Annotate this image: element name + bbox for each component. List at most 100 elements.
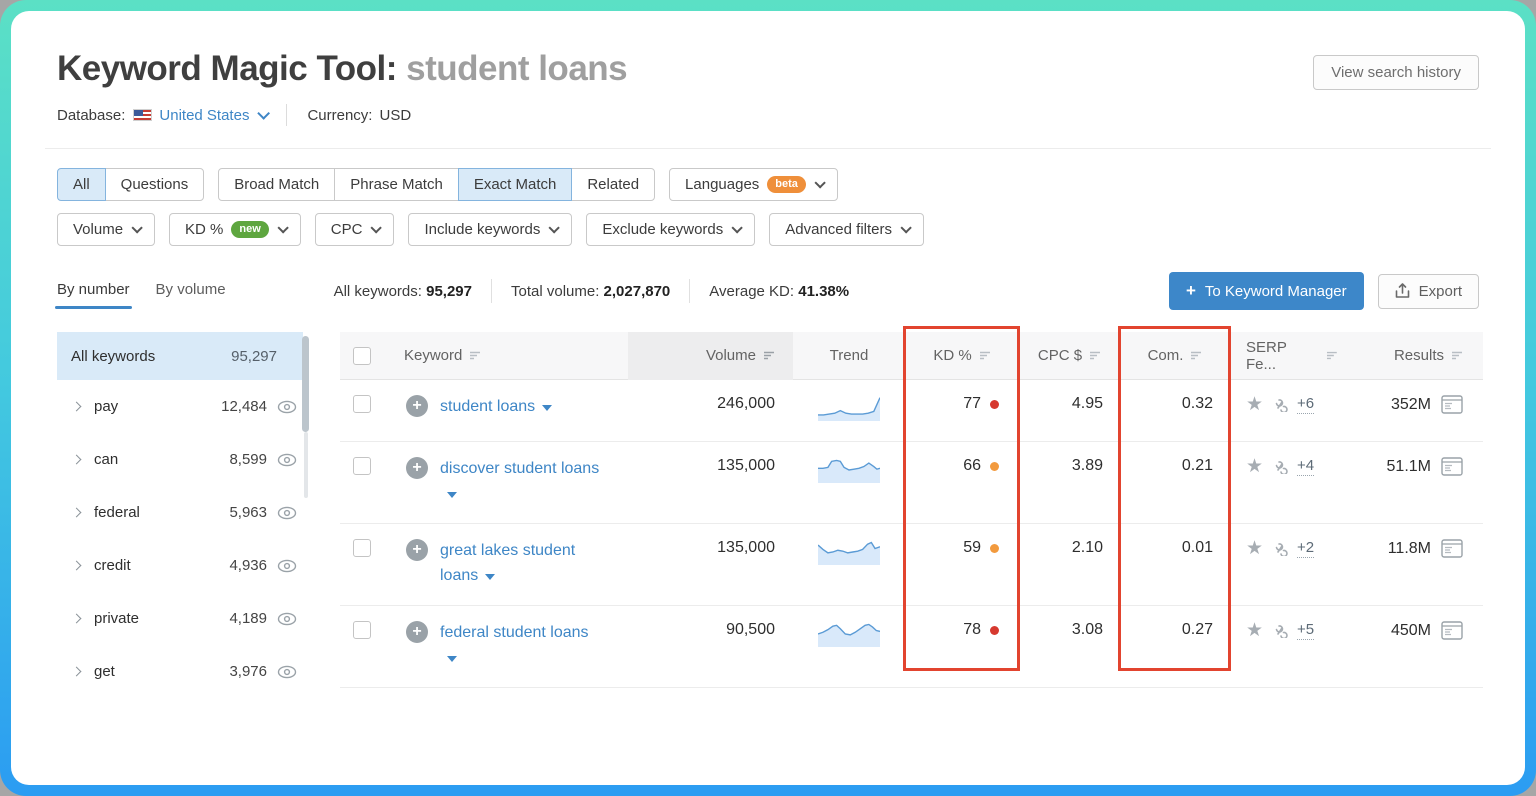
table-header-row: Keyword Volume Trend KD % CPC $ Com. SER… <box>340 332 1483 380</box>
sidebar-item-credit[interactable]: credit 4,936 <box>57 539 303 592</box>
kd-difficulty-dot <box>990 544 999 553</box>
eye-icon[interactable] <box>277 453 297 467</box>
serp-features-more-link[interactable]: +2 <box>1297 539 1314 558</box>
serp-preview-icon[interactable] <box>1441 457 1463 476</box>
chevron-right-icon <box>72 561 82 571</box>
volume-filter-label: Volume <box>73 221 123 238</box>
column-header-keyword[interactable]: Keyword <box>404 347 481 364</box>
database-select[interactable]: United States <box>159 107 266 124</box>
eye-icon[interactable] <box>277 665 297 679</box>
tab-exact-match[interactable]: Exact Match <box>458 168 573 201</box>
serp-features-more-link[interactable]: +4 <box>1297 457 1314 476</box>
column-header-kd[interactable]: KD % <box>933 347 990 364</box>
kd-value: 59 <box>963 539 981 557</box>
tab-by-volume[interactable]: By volume <box>156 281 226 309</box>
column-label: KD % <box>933 347 971 364</box>
sidebar-item-label: federal <box>94 504 229 521</box>
eye-icon[interactable] <box>277 400 297 414</box>
row-checkbox[interactable] <box>353 539 371 557</box>
add-keyword-button[interactable]: + <box>406 395 428 417</box>
volume-value: 246,000 <box>717 395 775 413</box>
results-value: 352M <box>1391 396 1431 414</box>
view-search-history-button[interactable]: View search history <box>1313 55 1479 90</box>
stat-total-volume: Total volume: 2,027,870 <box>511 283 670 300</box>
serp-features-more-link[interactable]: +5 <box>1297 621 1314 640</box>
export-icon <box>1395 283 1410 299</box>
sidebar-item-label: private <box>94 610 229 627</box>
sort-icon <box>763 351 775 360</box>
sidebar-item-get[interactable]: get 3,976 <box>57 645 303 698</box>
tab-phrase-match[interactable]: Phrase Match <box>334 168 459 201</box>
sidebar-item-all-keywords[interactable]: All keywords 95,297 <box>57 332 303 380</box>
languages-dropdown[interactable]: Languages beta <box>669 168 838 201</box>
tab-related[interactable]: Related <box>571 168 655 201</box>
kd-filter-dropdown[interactable]: KD % new <box>169 213 301 246</box>
row-checkbox[interactable] <box>353 395 371 413</box>
sidebar-all-label: All keywords <box>71 348 155 365</box>
tab-broad-match[interactable]: Broad Match <box>218 168 335 201</box>
tab-questions[interactable]: Questions <box>105 168 205 201</box>
keywords-table: Keyword Volume Trend KD % CPC $ Com. SER… <box>340 332 1483 698</box>
export-button[interactable]: Export <box>1378 274 1479 309</box>
serp-preview-icon[interactable] <box>1441 539 1463 558</box>
chevron-down-icon <box>447 492 457 498</box>
currency-label: Currency: <box>307 107 372 124</box>
sidebar-item-federal[interactable]: federal 5,963 <box>57 486 303 539</box>
exclude-keywords-dropdown[interactable]: Exclude keywords <box>586 213 755 246</box>
serp-features-more-link[interactable]: +6 <box>1297 395 1314 414</box>
column-label: CPC $ <box>1038 347 1082 364</box>
column-header-cpc[interactable]: CPC $ <box>1038 347 1101 364</box>
sidebar-item-can[interactable]: can 8,599 <box>57 433 303 486</box>
column-header-results[interactable]: Results <box>1394 347 1463 364</box>
sidebar-item-pay[interactable]: pay 12,484 <box>57 380 303 433</box>
volume-filter-dropdown[interactable]: Volume <box>57 213 155 246</box>
keyword-link[interactable]: federal student loans <box>440 621 605 671</box>
advanced-filters-dropdown[interactable]: Advanced filters <box>769 213 924 246</box>
kd-difficulty-dot <box>990 400 999 409</box>
row-checkbox[interactable] <box>353 621 371 639</box>
kd-value: 66 <box>963 457 981 475</box>
cpc-filter-dropdown[interactable]: CPC <box>315 213 395 246</box>
column-label: Com. <box>1148 347 1184 364</box>
stat-average-kd: Average KD: 41.38% <box>709 283 849 300</box>
eye-icon[interactable] <box>277 559 297 573</box>
add-keyword-button[interactable]: + <box>406 621 428 643</box>
stat-average-kd-label: Average KD: <box>709 283 794 300</box>
to-keyword-manager-button[interactable]: + To Keyword Manager <box>1169 272 1364 310</box>
serp-preview-icon[interactable] <box>1441 395 1463 414</box>
add-keyword-button[interactable]: + <box>406 457 428 479</box>
to-keyword-manager-label: To Keyword Manager <box>1205 283 1347 300</box>
beta-badge: beta <box>767 176 806 193</box>
tab-all[interactable]: All <box>57 168 106 201</box>
tab-by-number[interactable]: By number <box>57 281 130 309</box>
keyword-link[interactable]: great lakes student loans <box>440 539 605 589</box>
sidebar-item-private[interactable]: private 4,189 <box>57 592 303 645</box>
keyword-link[interactable]: discover student loans <box>440 457 605 507</box>
sidebar-scrollbar[interactable] <box>302 336 309 432</box>
star-icon: ★ <box>1246 395 1263 414</box>
chevron-right-icon <box>72 614 82 624</box>
match-type-group-1: All Questions <box>57 168 204 201</box>
star-icon: ★ <box>1246 621 1263 640</box>
column-label: Keyword <box>404 347 462 364</box>
chevron-down-icon <box>277 222 288 233</box>
stat-total-volume-value: 2,027,870 <box>604 283 671 300</box>
chevron-down-icon <box>447 656 457 662</box>
com-value: 0.01 <box>1182 539 1213 557</box>
column-header-volume[interactable]: Volume <box>706 347 775 364</box>
include-keywords-dropdown[interactable]: Include keywords <box>408 213 572 246</box>
eye-icon[interactable] <box>277 506 297 520</box>
column-header-trend: Trend <box>830 347 869 364</box>
eye-icon[interactable] <box>277 612 297 626</box>
keyword-link[interactable]: student loans <box>440 395 552 420</box>
trend-sparkline <box>818 539 880 565</box>
select-all-checkbox[interactable] <box>353 347 371 365</box>
column-header-serp-features[interactable]: SERP Fe... <box>1246 339 1338 373</box>
add-keyword-button[interactable]: + <box>406 539 428 561</box>
column-header-com[interactable]: Com. <box>1148 347 1203 364</box>
row-checkbox[interactable] <box>353 457 371 475</box>
serp-preview-icon[interactable] <box>1441 621 1463 640</box>
stat-all-keywords: All keywords: 95,297 <box>334 283 472 300</box>
export-label: Export <box>1419 283 1462 300</box>
sort-icon <box>1089 351 1101 360</box>
